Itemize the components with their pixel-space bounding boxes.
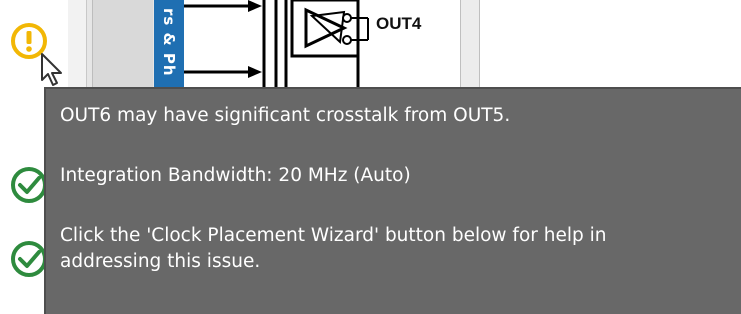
tooltip-help-line1: Click the 'Clock Placement Wizard' butto… [60,225,607,246]
check-circle-icon[interactable] [10,240,48,282]
tooltip-message: OUT6 may have significant crosstalk from… [60,105,511,126]
mouse-cursor-icon [40,52,66,92]
vertical-tab[interactable]: rs & Ph [154,0,184,100]
crosstalk-tooltip: OUT6 may have significant crosstalk from… [44,87,741,314]
vertical-tab-label: rs & Ph [160,8,178,77]
schematic [184,0,494,100]
tooltip-bandwidth: Integration Bandwidth: 20 MHz (Auto) [60,165,411,186]
output-label: OUT4 [376,14,422,33]
tooltip-help-line2: addressing this issue. [60,251,261,272]
panel-scroll-edge [460,0,480,100]
check-circle-icon[interactable] [10,166,48,208]
